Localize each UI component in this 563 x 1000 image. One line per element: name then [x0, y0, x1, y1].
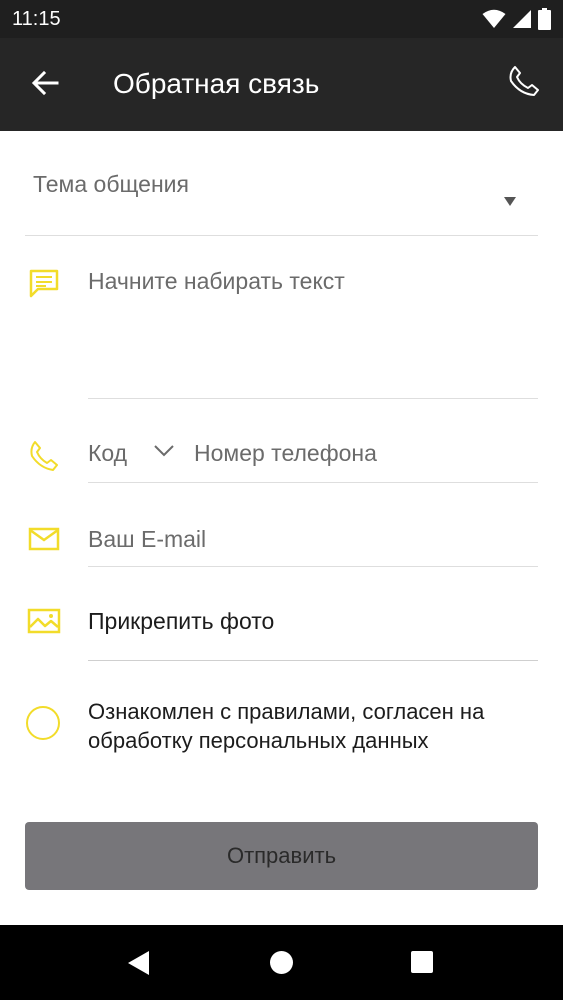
- email-input[interactable]: Ваш E-mail: [88, 516, 538, 566]
- attach-photo-label: Прикрепить фото: [88, 608, 275, 634]
- phone-row: Код Номер телефона: [88, 432, 538, 482]
- submit-button[interactable]: Отправить: [25, 822, 538, 890]
- nav-recents-icon[interactable]: [411, 951, 433, 973]
- cellular-signal-icon: [513, 10, 531, 28]
- status-bar: 11:15: [0, 0, 563, 38]
- arrow-left-icon: [31, 70, 59, 96]
- chat-message-icon: [29, 269, 59, 298]
- nav-back-icon[interactable]: [128, 951, 149, 975]
- email-divider: [88, 566, 538, 567]
- page-title: Обратная связь: [113, 68, 320, 99]
- status-time: 11:15: [12, 8, 61, 30]
- status-icons: [482, 7, 551, 31]
- phone-number-input[interactable]: Номер телефона: [194, 432, 538, 476]
- topic-dropdown[interactable]: Тема общения: [25, 155, 538, 235]
- message-divider: [88, 398, 538, 399]
- attach-divider: [88, 660, 538, 661]
- envelope-icon: [28, 527, 60, 551]
- agreement-text: Ознакомлен с правилами, согласен на обра…: [88, 699, 485, 753]
- topic-divider: [25, 235, 538, 236]
- app-bar: Обратная связь: [0, 38, 563, 131]
- system-navigation-bar: [0, 925, 563, 1000]
- phone-number-placeholder: Номер телефона: [194, 440, 377, 466]
- image-icon: [27, 608, 61, 634]
- phone-icon: [509, 66, 539, 96]
- call-button[interactable]: [507, 64, 541, 98]
- message-input[interactable]: Начните набирать текст: [88, 262, 538, 399]
- dropdown-arrow-icon: [504, 197, 516, 206]
- agreement-checkbox[interactable]: [26, 706, 60, 740]
- phone-divider: [88, 482, 538, 483]
- topic-placeholder: Тема общения: [33, 171, 189, 197]
- code-placeholder: Код: [88, 440, 128, 466]
- nav-home-icon[interactable]: [270, 951, 293, 974]
- battery-icon: [538, 8, 551, 30]
- phone-icon: [30, 441, 58, 471]
- back-button[interactable]: [30, 68, 60, 98]
- email-placeholder: Ваш E-mail: [88, 526, 207, 552]
- feedback-screen: 11:15 Обратная связь Тема общения Начнит…: [0, 0, 563, 1000]
- chevron-down-icon: [154, 445, 174, 457]
- message-placeholder: Начните набирать текст: [88, 268, 345, 294]
- wifi-icon: [482, 9, 506, 28]
- country-code-select[interactable]: Код: [88, 432, 184, 476]
